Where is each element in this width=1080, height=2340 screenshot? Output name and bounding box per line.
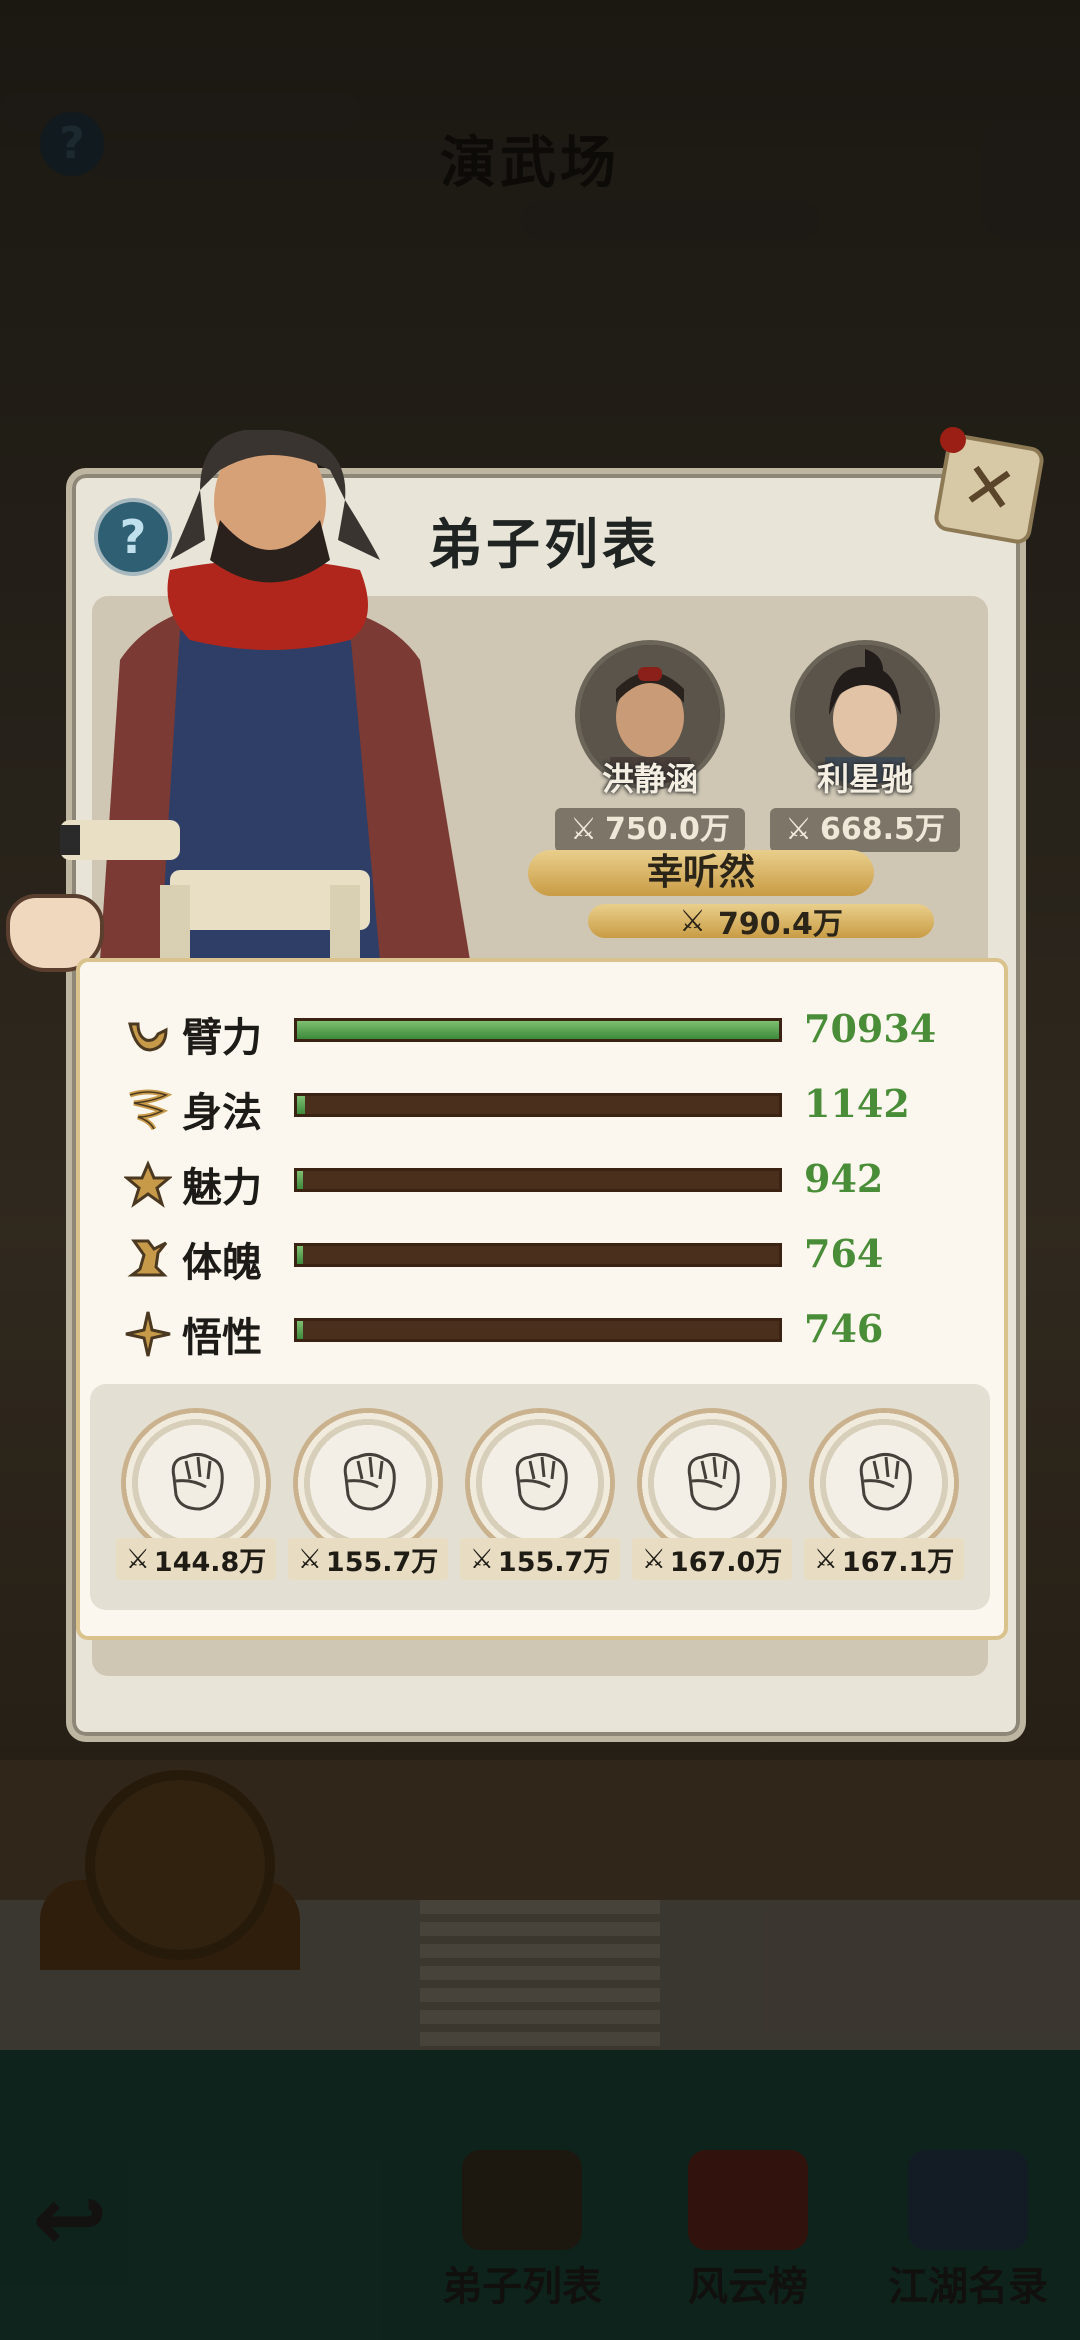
stat-label: 悟性 [182,1314,262,1361]
stat-value: 70934 [804,1006,937,1051]
skill-slot[interactable]: ⚔ 167.1万 [804,1408,964,1580]
skill-power: ⚔ 155.7万 [460,1538,620,1580]
swords-icon: ⚔ [641,1543,666,1575]
fist-icon [687,1452,740,1511]
stat-value: 746 [804,1306,884,1351]
stat-bar [294,1093,782,1117]
stat-row-insight: 悟性 746 [124,1304,984,1364]
stat-bar-fill [297,1021,779,1039]
close-button[interactable]: ✕ [932,424,1046,546]
stat-row-charm: 魅力 942 [124,1154,984,1214]
skill-power: ⚔ 167.1万 [804,1538,964,1580]
disciple-card[interactable]: 洪静涵 ⚔ 750.0万 [555,640,745,852]
skill-power: ⚔ 155.7万 [288,1538,448,1580]
skill-ring [465,1408,615,1558]
disciple-power: ⚔ 750.0万 [555,808,745,852]
fist-icon [859,1452,912,1511]
swords-icon: ⚔ [570,812,597,847]
fist-icon [171,1452,224,1511]
stat-label: 体魄 [182,1239,262,1286]
swords-icon: ⚔ [469,1543,494,1575]
stat-bar [294,1168,782,1192]
skills-row: ⚔ 144.8万 ⚔ 155.7万 ⚔ 155.7万 ⚔ 167.0万 ⚔ 167.1万 [90,1384,990,1610]
disciple-name: 利星驰 [816,760,913,798]
skill-power: ⚔ 144.8万 [116,1538,276,1580]
skill-ring [637,1408,787,1558]
insight-star-icon [125,1311,171,1357]
body-icon [127,1239,168,1277]
stat-bar-fill [297,1246,303,1264]
stat-label: 身法 [182,1089,262,1136]
stat-bar [294,1318,782,1342]
swords-icon: ⚔ [125,1543,150,1575]
stat-row-agility: 身法 1142 [124,1079,984,1139]
character-portrait [60,430,470,960]
close-icon: ✕ [956,447,1022,531]
skill-power: ⚔ 167.0万 [632,1538,792,1580]
skill-ring [293,1408,443,1558]
fist-icon [343,1452,396,1511]
selected-disciple-power: ⚔ 790.4万 [588,903,934,942]
stat-value: 942 [804,1156,884,1201]
stat-label: 臂力 [182,1014,262,1061]
arm-icon [128,1022,168,1052]
stat-row-strength: 臂力 70934 [124,1004,984,1064]
skill-slot[interactable]: ⚔ 167.0万 [632,1408,792,1580]
disciple-name: 洪静涵 [601,760,698,798]
stat-row-physique: 体魄 764 [124,1229,984,1289]
stat-bar-fill [297,1096,305,1114]
swords-icon: ⚔ [679,903,706,939]
skill-ring [121,1408,271,1558]
skill-slot[interactable]: ⚔ 144.8万 [116,1408,276,1580]
swords-icon: ⚔ [813,1543,838,1575]
stat-bar [294,1243,782,1267]
charm-star-icon [124,1160,172,1208]
disciple-card[interactable]: 利星驰 ⚔ 668.5万 [770,640,960,852]
swords-icon: ⚔ [785,812,812,847]
stat-bar-fill [297,1321,303,1339]
fist-icon [515,1452,568,1511]
stat-value: 1142 [804,1081,910,1126]
selected-disciple-name: 幸听然 [528,850,874,896]
skill-slot[interactable]: ⚔ 155.7万 [460,1408,620,1580]
stat-bar-fill [297,1171,304,1189]
disciple-power: ⚔ 668.5万 [770,808,960,852]
stat-bar [294,1018,782,1042]
stat-value: 764 [804,1231,884,1276]
skill-slot[interactable]: ⚔ 155.7万 [288,1408,448,1580]
whirlwind-icon [129,1089,172,1131]
swords-icon: ⚔ [297,1543,322,1575]
stat-label: 魅力 [182,1164,262,1211]
skill-ring [809,1408,959,1558]
